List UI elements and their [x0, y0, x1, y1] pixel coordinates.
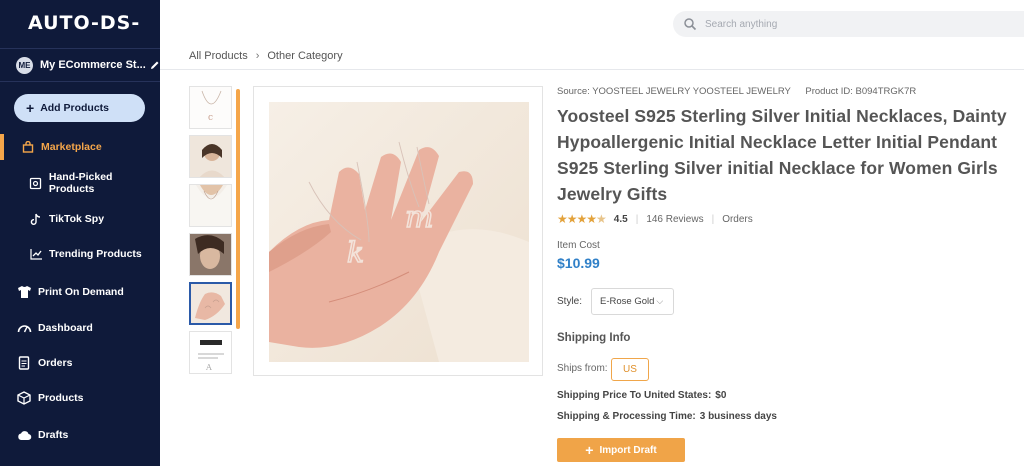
product-source: Source: YOOSTEEL JEWELRY YOOSTEEL JEWELR…: [557, 86, 916, 97]
search-icon: [684, 18, 697, 31]
shipping-time: Shipping & Processing Time: 3 business da…: [557, 411, 777, 422]
sidebar-item-label: Hand-Picked Products: [48, 171, 113, 195]
shipping-time-label: Shipping & Processing Time:: [557, 411, 696, 422]
pencil-icon[interactable]: [150, 60, 160, 70]
orders-label: Orders: [722, 213, 753, 225]
rating-value: 4.5: [613, 213, 628, 225]
sidebar-item-label: Drafts: [38, 429, 69, 441]
ships-from-label: Ships from:: [557, 363, 608, 374]
style-dropdown[interactable]: E-Rose Gold ⌵: [591, 288, 674, 315]
store-avatar: ME: [16, 56, 33, 74]
sidebar-item-products[interactable]: Products: [0, 383, 160, 413]
add-products-label: Add Products: [40, 102, 110, 114]
separator: |: [635, 213, 639, 225]
app-logo[interactable]: AUTO-DS-: [28, 12, 140, 34]
breadcrumb: All Products › Other Category: [189, 50, 343, 62]
source-text: Source: YOOSTEEL JEWELRY YOOSTEEL JEWELR…: [557, 86, 791, 97]
chevron-down-icon: ⌵: [656, 296, 664, 306]
orders-icon: [16, 355, 32, 371]
shipping-price-label: Shipping Price To United States:: [557, 390, 712, 401]
breadcrumb-current[interactable]: Other Category: [267, 50, 342, 62]
product-id: Product ID: B094TRGK7R: [805, 86, 917, 97]
search-placeholder: Search anything: [705, 18, 778, 30]
main-product-image-frame: k m: [253, 86, 543, 376]
style-label: Style:: [557, 296, 583, 307]
sidebar-item-label: Orders: [38, 357, 73, 369]
thumbnail-1[interactable]: c: [189, 86, 232, 129]
product-rating: ★★★★ ★ 4.5 | 146 Reviews | Orders: [557, 212, 753, 226]
hand-picked-icon: [28, 175, 44, 191]
svg-text:c: c: [208, 113, 213, 123]
sidebar-item-trending[interactable]: Trending Products: [0, 239, 160, 269]
svg-text:k: k: [347, 236, 364, 269]
ships-from-us-option[interactable]: US: [611, 358, 649, 381]
trending-icon: [28, 246, 44, 262]
tiktok-icon: [28, 211, 44, 227]
sidebar-item-label: Marketplace: [41, 141, 102, 153]
sidebar-item-label: Dashboard: [38, 322, 93, 334]
shipping-time-value: 3 business days: [699, 411, 777, 422]
thumbnail-6[interactable]: A: [189, 331, 232, 374]
drafts-icon: [16, 427, 32, 443]
shipping-info-heading: Shipping Info: [557, 332, 631, 344]
main-product-image[interactable]: k m: [269, 102, 529, 362]
shop-icon: [20, 139, 36, 155]
sidebar-item-label: Trending Products: [49, 248, 142, 260]
rating-stars-icon: ★★★★: [557, 212, 597, 226]
import-draft-label: Import Draft: [599, 444, 657, 456]
sidebar-item-print-on-demand[interactable]: Print On Demand: [0, 277, 160, 307]
sidebar-item-drafts[interactable]: Drafts: [0, 420, 160, 450]
half-star-icon: ★: [596, 212, 607, 226]
thumbnail-5-selected[interactable]: [189, 282, 232, 325]
product-title: Yoosteel S925 Sterling Silver Initial Ne…: [557, 106, 1007, 204]
print-on-demand-icon: [16, 284, 32, 300]
separator: |: [711, 213, 715, 225]
sidebar-item-marketplace[interactable]: Marketplace: [0, 132, 160, 162]
plus-icon: +: [26, 100, 35, 116]
item-cost-label: Item Cost: [557, 240, 600, 251]
sidebar-item-label: Print On Demand: [38, 286, 124, 298]
plus-icon: +: [585, 442, 594, 458]
sidebar-item-tiktok-spy[interactable]: TikTok Spy: [0, 204, 160, 234]
shipping-price: Shipping Price To United States: $0: [557, 390, 726, 401]
shipping-price-value: $0: [715, 390, 727, 401]
products-icon: [16, 390, 32, 406]
store-name: My ECommerce St...: [40, 59, 146, 71]
sidebar-item-dashboard[interactable]: Dashboard: [0, 313, 160, 343]
sidebar-item-orders[interactable]: Orders: [0, 348, 160, 378]
chevron-right-icon: ›: [255, 50, 260, 62]
import-draft-button[interactable]: + Import Draft: [557, 438, 685, 462]
sidebar: AUTO-DS- ME My ECommerce St... + Add Pro…: [0, 0, 160, 466]
item-price: $10.99: [557, 255, 600, 271]
reviews-count[interactable]: 146 Reviews: [646, 214, 703, 225]
thumbnail-2[interactable]: [189, 135, 232, 178]
breadcrumb-all-products[interactable]: All Products: [189, 50, 248, 62]
svg-text:A: A: [205, 363, 212, 372]
thumbnail-3[interactable]: [189, 184, 232, 227]
svg-text:m: m: [405, 200, 433, 235]
search-input[interactable]: Search anything: [673, 11, 1024, 37]
style-value: E-Rose Gold: [600, 296, 655, 307]
add-products-button[interactable]: + Add Products: [14, 94, 145, 122]
header-divider: [160, 69, 1024, 70]
sidebar-item-label: TikTok Spy: [49, 213, 105, 225]
sidebar-item-hand-picked[interactable]: Hand-Picked Products: [0, 168, 160, 198]
store-selector[interactable]: ME My ECommerce St...: [0, 48, 160, 82]
sidebar-item-label: Products: [38, 392, 84, 404]
dashboard-icon: [16, 320, 32, 336]
thumbnail-scrollbar[interactable]: [236, 89, 240, 329]
thumbnail-4[interactable]: [189, 233, 232, 276]
